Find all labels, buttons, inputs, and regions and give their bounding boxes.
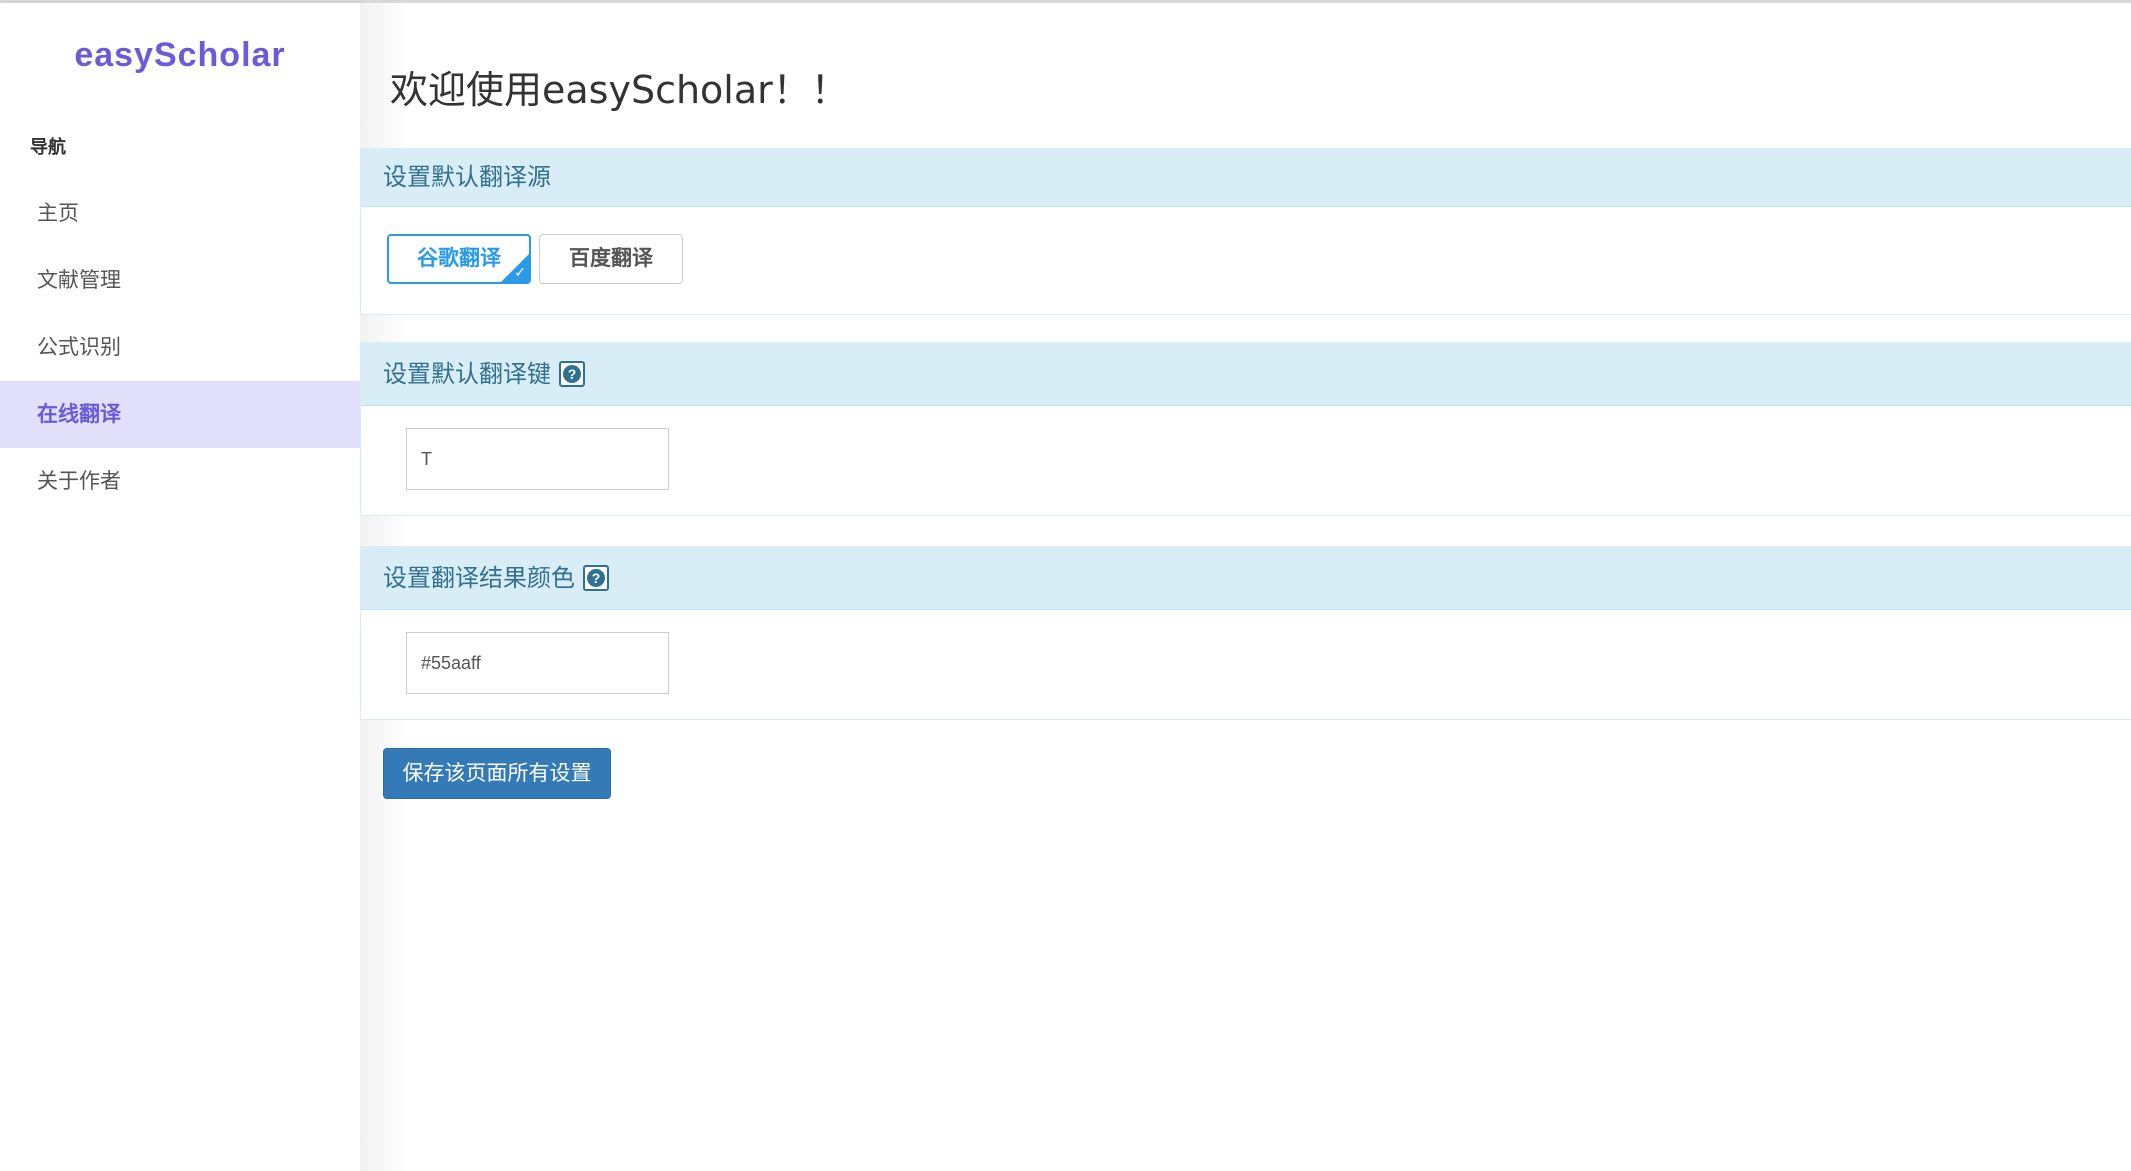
- sidebar-item-literature[interactable]: 文献管理: [0, 247, 360, 314]
- nav-heading: 导航: [30, 137, 66, 157]
- button-label: 百度翻译: [569, 247, 653, 270]
- sidebar-item-translate[interactable]: 在线翻译: [0, 381, 360, 448]
- panel-heading: 设置默认翻译键 ?: [361, 343, 2131, 406]
- main-content: 欢迎使用easyScholar！！ 设置默认翻译源 谷歌翻译 ✓ 百度翻译 设置…: [360, 3, 2131, 1171]
- translate-key-panel: 设置默认翻译键 ?: [360, 342, 2131, 516]
- save-all-settings-button[interactable]: 保存该页面所有设置: [383, 748, 611, 799]
- panel-heading-text: 设置翻译结果颜色: [383, 564, 575, 592]
- sidebar-item-home[interactable]: 主页: [0, 180, 360, 247]
- result-color-input[interactable]: [406, 632, 669, 694]
- sidebar: easyScholar 导航 主页 文献管理 公式识别 在线翻译 关于作者: [0, 3, 361, 1171]
- sidebar-item-formula[interactable]: 公式识别: [0, 314, 360, 381]
- panel-heading-text: 设置默认翻译源: [383, 163, 551, 191]
- baidu-translate-button[interactable]: 百度翻译: [539, 234, 683, 284]
- button-label: 谷歌翻译: [417, 247, 501, 270]
- check-icon: ✓: [514, 264, 526, 280]
- result-color-panel: 设置翻译结果颜色 ?: [360, 546, 2131, 720]
- nav-list: 主页 文献管理 公式识别 在线翻译 关于作者: [0, 180, 360, 515]
- translate-source-panel: 设置默认翻译源 谷歌翻译 ✓ 百度翻译: [360, 148, 2131, 315]
- panel-heading-text: 设置默认翻译键: [383, 360, 551, 388]
- panel-heading: 设置翻译结果颜色 ?: [361, 547, 2131, 610]
- brand-logo[interactable]: easyScholar: [0, 36, 360, 75]
- question-icon[interactable]: ?: [559, 361, 585, 387]
- page-title: 欢迎使用easyScholar！！: [390, 68, 849, 112]
- sidebar-item-about[interactable]: 关于作者: [0, 448, 360, 515]
- translate-key-input[interactable]: [406, 428, 669, 490]
- panel-heading: 设置默认翻译源: [361, 149, 2131, 207]
- question-icon[interactable]: ?: [583, 565, 609, 591]
- google-translate-button[interactable]: 谷歌翻译 ✓: [387, 234, 531, 284]
